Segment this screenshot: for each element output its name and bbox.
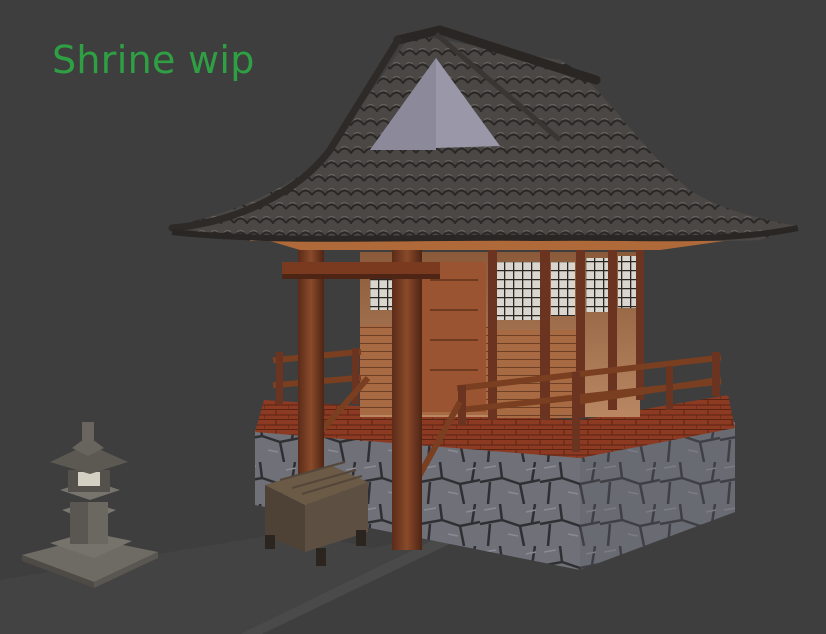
stone-lantern-model xyxy=(22,422,158,588)
3d-viewport[interactable]: Shrine wip xyxy=(0,0,826,634)
scene-render xyxy=(0,25,800,634)
